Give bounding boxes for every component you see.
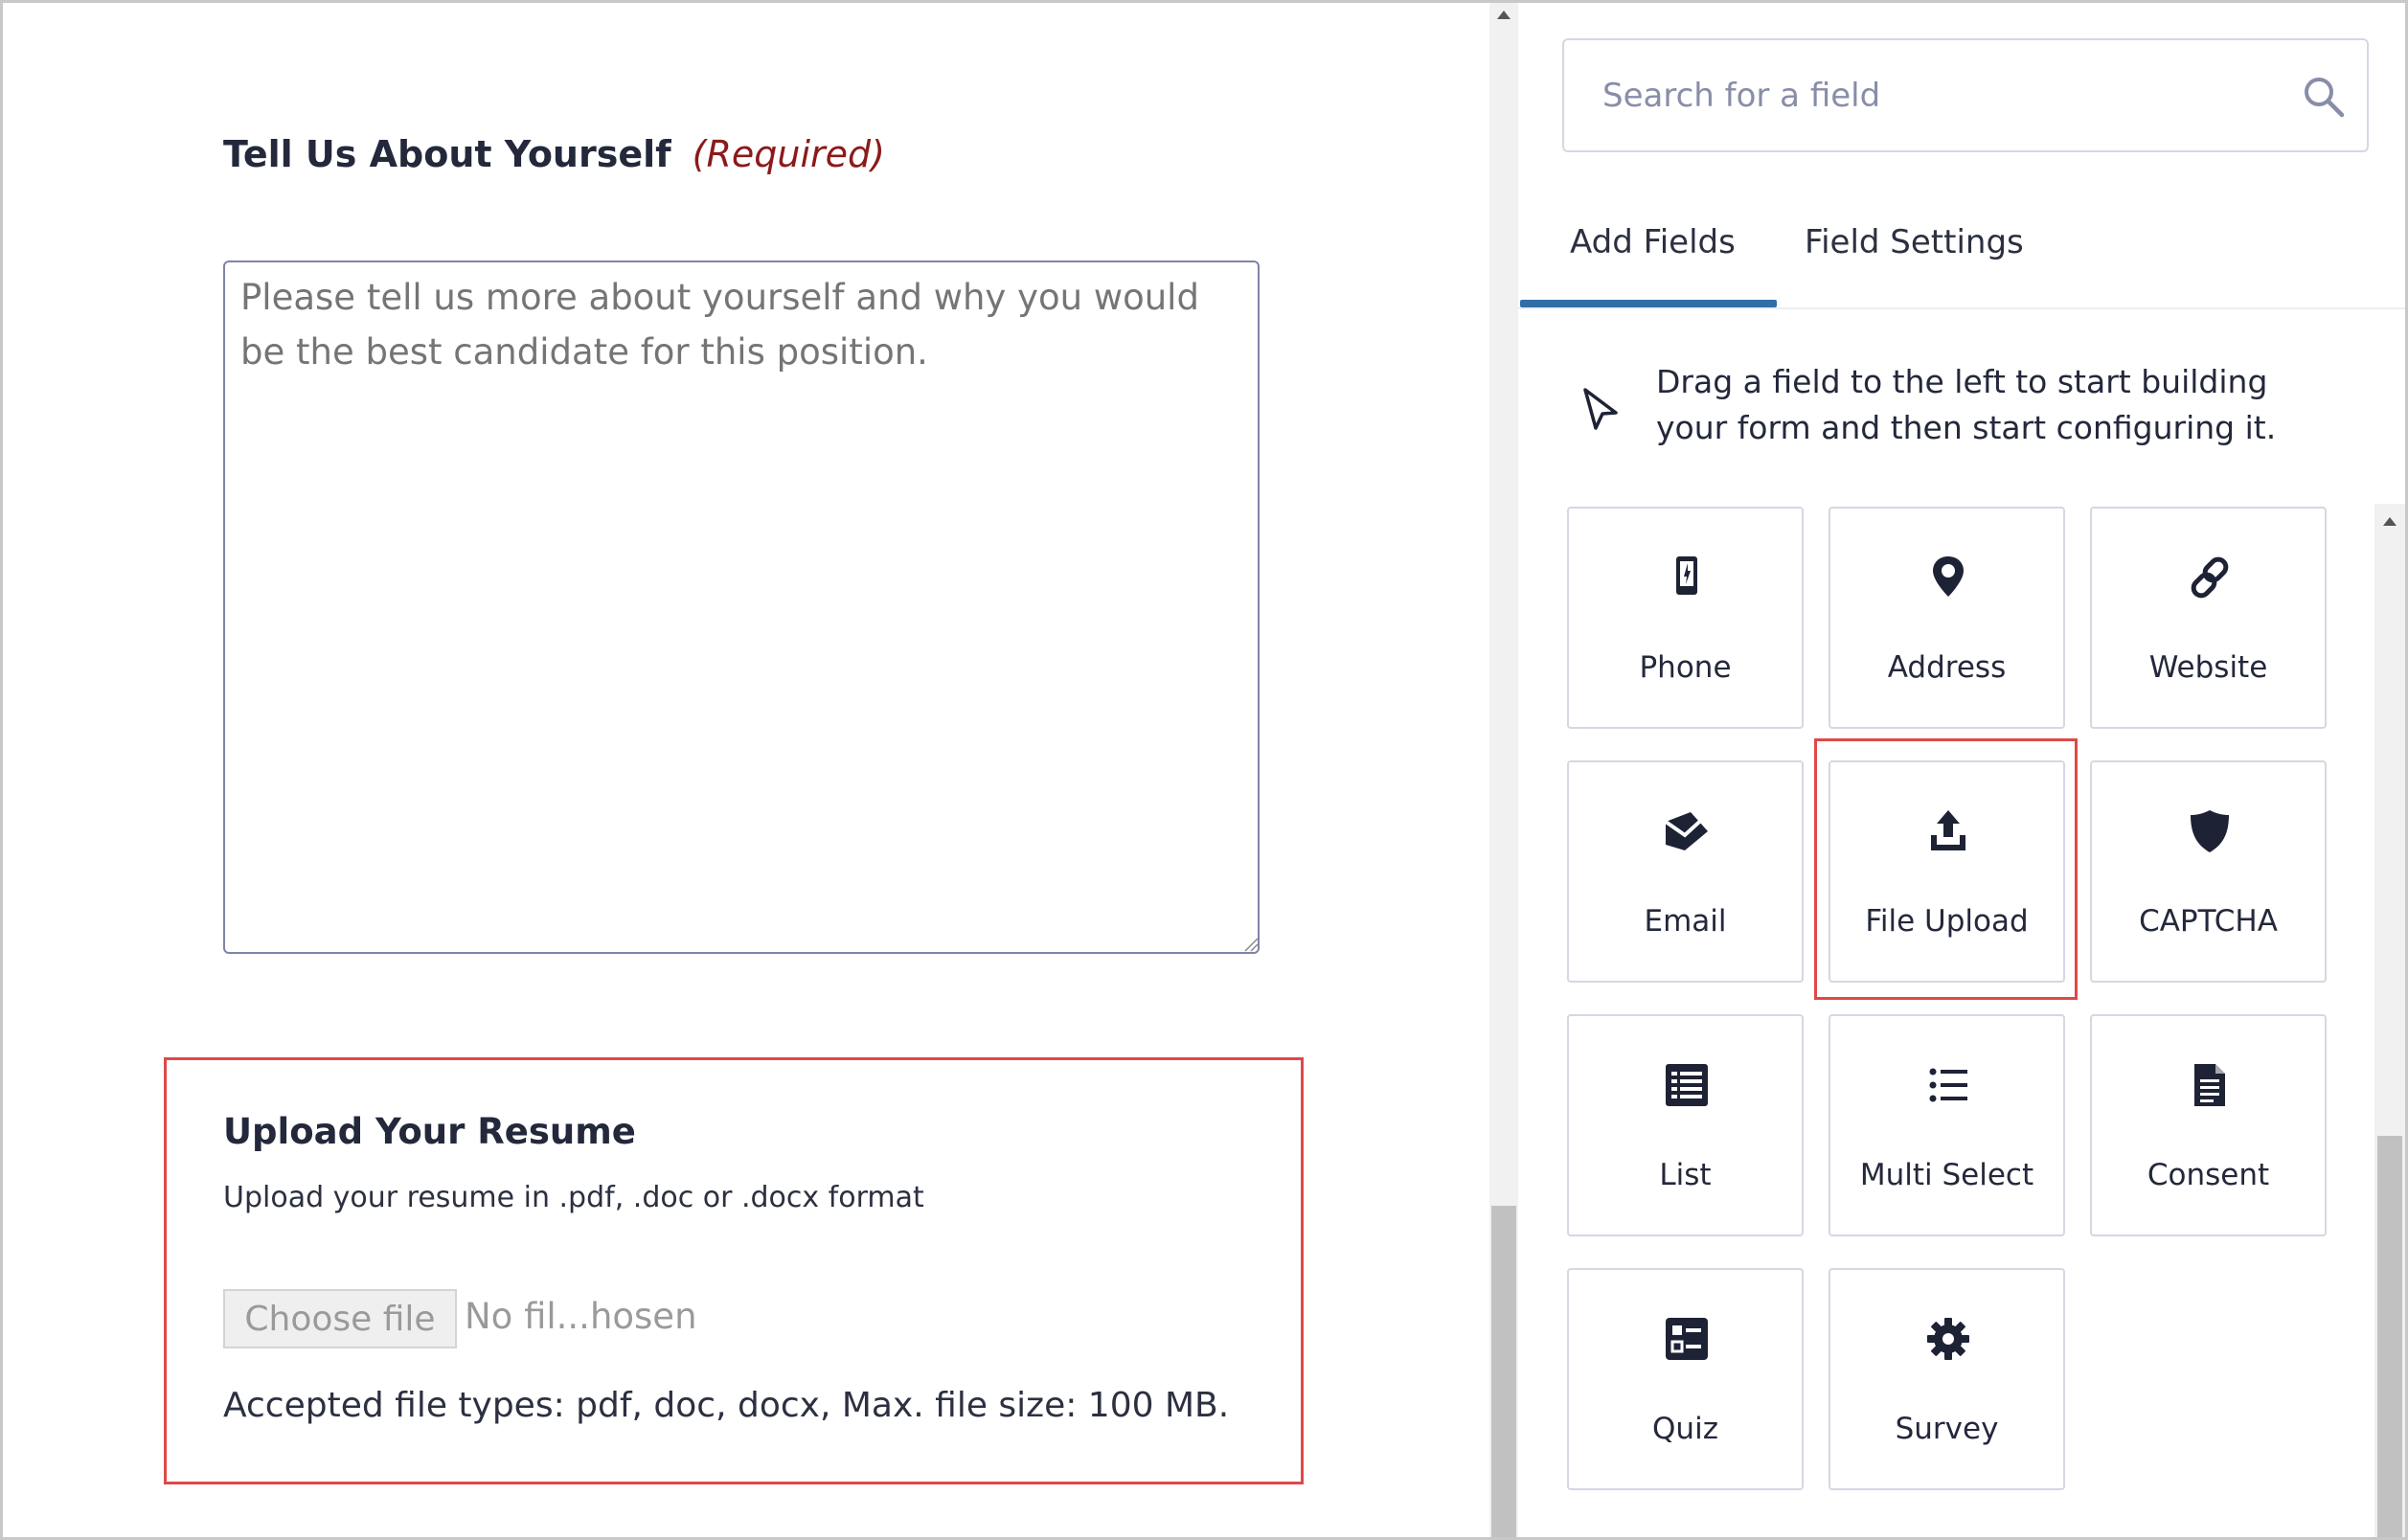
- field-card-quiz[interactable]: Quiz: [1567, 1268, 1804, 1490]
- document-icon: [2194, 1064, 2225, 1106]
- canvas-scrollbar[interactable]: [1489, 3, 1518, 1537]
- scrollbar-thumb[interactable]: [2377, 1136, 2402, 1537]
- about-field-label: Tell Us About Yourself (Required): [223, 133, 885, 175]
- field-card-website[interactable]: Website: [2090, 507, 2327, 729]
- gear-icon: [1927, 1318, 1969, 1360]
- tab-field-settings[interactable]: Field Settings: [1805, 223, 2024, 261]
- field-card-label: Quiz: [1652, 1412, 1718, 1446]
- resize-grip-icon[interactable]: [1241, 935, 1259, 952]
- field-card-label: Consent: [2147, 1158, 2270, 1192]
- field-card-label: CAPTCHA: [2139, 904, 2278, 939]
- required-indicator: (Required): [692, 133, 885, 175]
- field-card-label: Multi Select: [1859, 1158, 2034, 1192]
- about-label-text: Tell Us About Yourself: [223, 133, 671, 175]
- about-textarea[interactable]: [223, 260, 1260, 954]
- upload-field-description: Upload your resume in .pdf, .doc or .doc…: [223, 1181, 924, 1214]
- sidebar-scrollbar[interactable]: [2374, 504, 2405, 1537]
- envelope-icon: [1664, 812, 1710, 850]
- scroll-up-arrow-icon[interactable]: [2383, 517, 2397, 526]
- scrollbar-thumb[interactable]: [1491, 1206, 1516, 1537]
- tab-add-fields[interactable]: Add Fields: [1570, 223, 1736, 261]
- drag-hint-text: Drag a field to the left to start buildi…: [1656, 363, 2277, 446]
- field-card-label: Phone: [1639, 650, 1732, 685]
- map-pin-icon: [1933, 556, 1964, 597]
- field-card-survey[interactable]: Survey: [1829, 1268, 2065, 1490]
- accepted-file-types: Accepted file types: pdf, doc, docx, Max…: [223, 1386, 1230, 1425]
- field-card-phone[interactable]: Phone: [1567, 507, 1804, 729]
- field-card-captcha[interactable]: CAPTCHA: [2090, 760, 2327, 983]
- no-file-status: No fil...hosen: [465, 1296, 697, 1337]
- field-card-list[interactable]: List: [1567, 1014, 1804, 1236]
- field-sidebar: Add Fields Field Settings Drag a field t…: [1518, 3, 2405, 1537]
- list-icon: [1666, 1064, 1708, 1106]
- file-upload-highlight: [1814, 738, 2078, 1000]
- field-card-label: Survey: [1895, 1412, 1999, 1446]
- field-card-label: List: [1659, 1158, 1712, 1192]
- choose-file-button[interactable]: Choose file: [223, 1289, 457, 1348]
- field-card-label: Website: [2148, 650, 2268, 685]
- form-canvas: Tell Us About Yourself (Required) Upload …: [3, 3, 1489, 1537]
- bulleted-list-icon: [1929, 1068, 1967, 1102]
- field-card-email[interactable]: Email: [1567, 760, 1804, 983]
- search-icon[interactable]: [2302, 75, 2346, 119]
- field-search: [1562, 38, 2369, 152]
- field-card-label: Email: [1644, 904, 1727, 939]
- field-card-label: Address: [1887, 650, 2007, 685]
- search-input[interactable]: [1602, 73, 2254, 119]
- sidebar-tabs: Add Fields Field Settings: [1518, 194, 2405, 309]
- quiz-icon: [1666, 1318, 1708, 1360]
- phone-icon: [1676, 556, 1697, 595]
- active-tab-indicator: [1520, 300, 1777, 307]
- upload-field-title: Upload Your Resume: [223, 1111, 636, 1152]
- link-icon: [2191, 556, 2229, 599]
- cursor-arrow-icon: [1583, 388, 1618, 430]
- scroll-up-arrow-icon[interactable]: [1497, 11, 1511, 19]
- field-card-multi-select[interactable]: Multi Select: [1829, 1014, 2065, 1236]
- field-card-address[interactable]: Address: [1829, 507, 2065, 729]
- shield-icon: [2191, 810, 2229, 852]
- field-card-consent[interactable]: Consent: [2090, 1014, 2327, 1236]
